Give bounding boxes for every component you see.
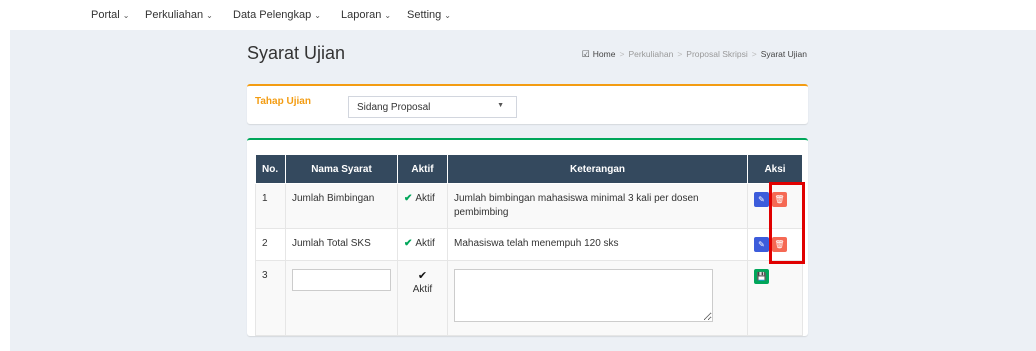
tahap-ujian-selected: Sidang Proposal	[357, 102, 431, 113]
col-header-aksi: Aksi	[747, 154, 803, 184]
breadcrumb-active: Syarat Ujian	[760, 49, 807, 59]
aktif-label: Aktif	[415, 238, 435, 249]
nama-syarat-input[interactable]	[292, 269, 391, 291]
col-header-no: No.	[255, 154, 286, 184]
caret-down-icon: ▼	[497, 102, 504, 109]
chevron-down-icon: ⌄	[314, 11, 321, 20]
table-row: 2 Jumlah Total SKS ✔ Aktif Mahasiswa tela…	[255, 228, 803, 261]
breadcrumb-separator: >	[677, 49, 683, 59]
cell-aktif: ✔ Aktif	[397, 228, 448, 261]
top-navbar: Portal ⌄ Perkuliahan ⌄ Data Pelengkap ⌄ Lap…	[0, 0, 1036, 30]
table-row-new: 3 ✔ Aktif 💾	[255, 260, 803, 336]
breadcrumb-separator: >	[619, 49, 625, 59]
floppy-disk-icon: 💾	[756, 272, 767, 281]
aktif-checkbox[interactable]: ✔	[404, 269, 441, 283]
nav-item-data-pelengkap[interactable]: Data Pelengkap ⌄	[233, 9, 321, 21]
cell-nama-syarat: Jumlah Bimbingan	[285, 183, 398, 229]
pencil-icon: ✎	[758, 195, 765, 204]
cell-no: 3	[255, 260, 286, 336]
aktif-checkbox-label: Aktif	[412, 284, 433, 295]
nav-item-portal[interactable]: Portal ⌄	[91, 9, 129, 21]
cell-aktif: ✔ Aktif	[397, 183, 448, 229]
cell-keterangan: Mahasiswa telah menempuh 120 sks	[447, 228, 748, 261]
dashboard-icon: ☑	[581, 49, 590, 59]
nav-item-perkuliahan[interactable]: Perkuliahan ⌄	[145, 9, 213, 21]
save-button[interactable]: 💾	[754, 269, 769, 284]
highlight-box	[769, 182, 805, 264]
check-icon: ✔	[404, 238, 413, 249]
chevron-down-icon: ⌄	[122, 11, 130, 20]
syarat-table: No. Nama Syarat Aktif Keterangan Aksi 1 …	[255, 154, 803, 336]
syarat-table-box: No. Nama Syarat Aktif Keterangan Aksi 1 …	[247, 138, 808, 336]
page-title: Syarat Ujian	[247, 43, 346, 63]
breadcrumb-home-link[interactable]: Home	[593, 49, 616, 59]
cell-nama-syarat: Jumlah Total SKS	[285, 228, 398, 261]
breadcrumb: ☑ Home > Perkuliahan > Proposal Skripsi > Syara…	[582, 49, 807, 60]
cell-nama-syarat	[285, 260, 398, 336]
tahap-ujian-select[interactable]: Sidang Proposal ▼	[348, 96, 517, 118]
chevron-down-icon: ⌄	[444, 11, 451, 20]
check-icon: ✔	[404, 193, 413, 204]
chevron-down-icon: ⌄	[384, 11, 392, 20]
chevron-down-icon: ⌄	[206, 11, 213, 20]
pencil-icon: ✎	[758, 240, 765, 249]
col-header-nama-syarat: Nama Syarat	[285, 154, 398, 184]
col-header-keterangan: Keterangan	[447, 154, 748, 184]
cell-keterangan: Jumlah bimbingan mahasiswa minimal 3 kal…	[447, 183, 748, 229]
aktif-label: Aktif	[415, 193, 435, 204]
keterangan-textarea[interactable]	[454, 269, 713, 322]
breadcrumb-item-proposal-skripsi[interactable]: Proposal Skripsi	[686, 49, 747, 59]
filter-box: Tahap Ujian Sidang Proposal ▼	[247, 84, 808, 124]
edit-button[interactable]: ✎	[754, 192, 769, 207]
nav-item-laporan[interactable]: Laporan ⌄	[341, 9, 391, 21]
table-header-row: No. Nama Syarat Aktif Keterangan Aksi	[255, 154, 803, 184]
cell-aksi: 💾	[747, 260, 803, 336]
cell-no: 2	[255, 228, 286, 261]
nav-item-setting[interactable]: Setting ⌄	[407, 9, 451, 21]
cell-no: 1	[255, 183, 286, 229]
cell-keterangan	[447, 260, 748, 336]
edit-button[interactable]: ✎	[754, 237, 769, 252]
breadcrumb-separator: >	[751, 49, 757, 59]
table-row: 1 Jumlah Bimbingan ✔ Aktif Jumlah bimbing…	[255, 183, 803, 229]
tahap-ujian-label: Tahap Ujian	[255, 96, 311, 107]
col-header-aktif: Aktif	[397, 154, 448, 184]
breadcrumb-item-perkuliahan[interactable]: Perkuliahan	[628, 49, 673, 59]
cell-aktif: ✔ Aktif	[397, 260, 448, 336]
